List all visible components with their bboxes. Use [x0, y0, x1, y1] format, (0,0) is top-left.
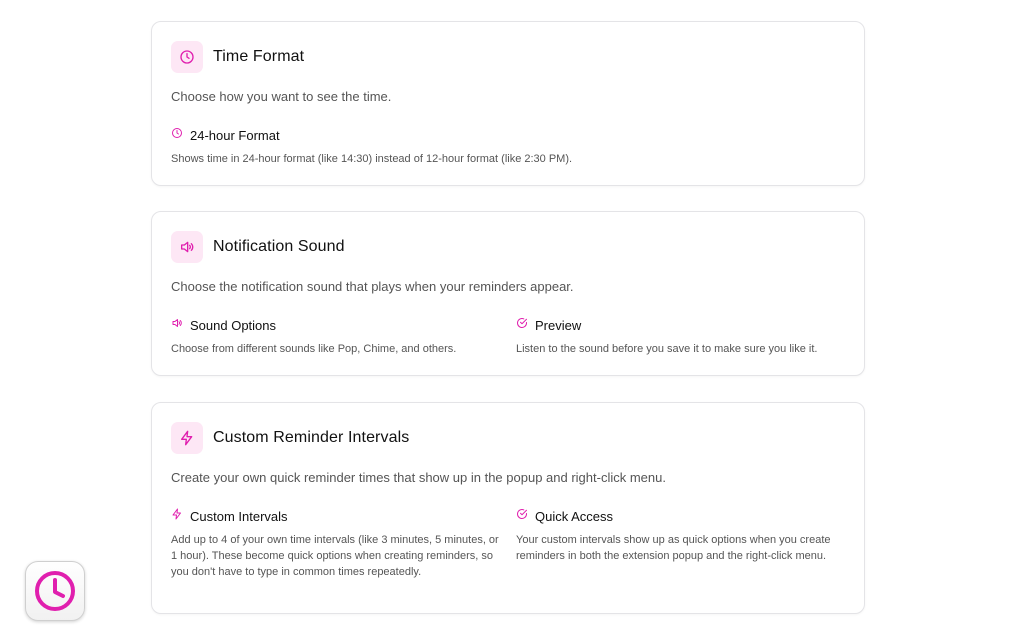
- feature-title: Preview: [535, 317, 582, 333]
- notification-sound-header: Notification Sound: [171, 231, 345, 263]
- time-format-title: Time Format: [213, 48, 305, 65]
- lightning-icon: [171, 422, 203, 454]
- feature-custom-intervals: Custom Intervals Add up to 4 of your own…: [171, 508, 501, 580]
- feature-description: Your custom intervals show up as quick o…: [516, 534, 831, 562]
- feature-title: Sound Options: [190, 317, 277, 333]
- feature-title: Custom Intervals: [190, 508, 288, 524]
- feature-description: Choose from different sounds like Pop, C…: [171, 343, 457, 355]
- clock-app-icon[interactable]: [25, 561, 85, 621]
- feature-24-hour-format: 24-hour Format Shows time in 24-hour for…: [171, 127, 831, 167]
- feature-sound-options: Sound Options Choose from different soun…: [171, 317, 501, 357]
- custom-intervals-header: Custom Reminder Intervals: [171, 422, 409, 454]
- notification-sound-title: Notification Sound: [213, 238, 345, 255]
- feature-title: 24-hour Format: [190, 127, 280, 143]
- time-format-header: Time Format: [171, 41, 304, 73]
- custom-intervals-card: Custom Reminder Intervals Create your ow…: [151, 402, 865, 614]
- feature-quick-access: Quick Access Your custom intervals show …: [516, 508, 831, 564]
- feature-description: Add up to 4 of your own time intervals (…: [171, 534, 499, 578]
- custom-intervals-description: Create your own quick reminder times tha…: [171, 470, 666, 485]
- check-circle-icon: [516, 507, 528, 525]
- time-format-description: Choose how you want to see the time.: [171, 89, 392, 104]
- notification-sound-card: Notification Sound Choose the notificati…: [151, 211, 865, 376]
- speaker-icon: [171, 231, 203, 263]
- clock-icon: [35, 571, 75, 611]
- clock-icon: [171, 41, 203, 73]
- feature-description: Listen to the sound before you save it t…: [516, 343, 818, 355]
- clock-icon: [171, 126, 183, 144]
- feature-description: Shows time in 24-hour format (like 14:30…: [171, 153, 573, 165]
- feature-title: Quick Access: [535, 508, 614, 524]
- custom-intervals-title: Custom Reminder Intervals: [213, 429, 410, 446]
- time-format-card: Time Format Choose how you want to see t…: [151, 21, 865, 186]
- notification-sound-description: Choose the notification sound that plays…: [171, 279, 574, 294]
- settings-page: Time Format Choose how you want to see t…: [0, 0, 1024, 640]
- lightning-icon: [171, 507, 183, 525]
- speaker-icon: [171, 316, 183, 334]
- feature-preview: Preview Listen to the sound before you s…: [516, 317, 846, 357]
- check-circle-icon: [516, 316, 528, 334]
